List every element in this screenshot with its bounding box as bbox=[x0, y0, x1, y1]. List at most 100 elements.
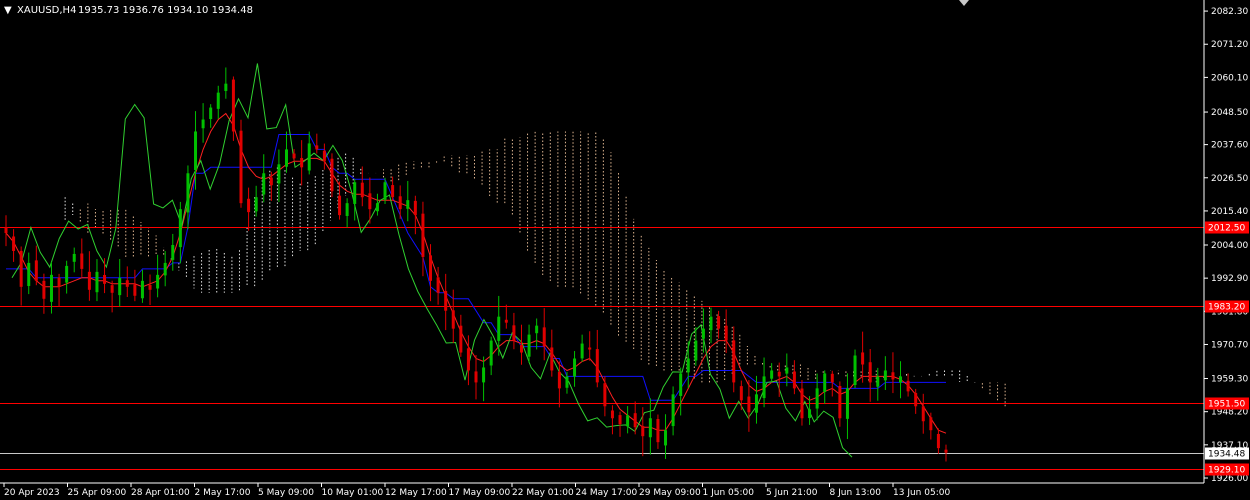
candle-body bbox=[610, 410, 614, 419]
candle-body bbox=[49, 274, 53, 302]
candle-body bbox=[588, 347, 592, 350]
x-tick-label: 22 May 01:00 bbox=[512, 488, 574, 498]
level-label: 2012.50 bbox=[1208, 224, 1245, 234]
candle-body bbox=[482, 367, 486, 383]
candle-body bbox=[338, 195, 342, 216]
candle-body bbox=[535, 325, 539, 334]
candle-body bbox=[648, 418, 652, 438]
y-tick-label: 2060.10 bbox=[1211, 73, 1248, 83]
candle-body bbox=[808, 409, 812, 419]
candle-body bbox=[103, 274, 107, 284]
candle-body bbox=[292, 153, 296, 159]
candle-body bbox=[42, 280, 46, 299]
candle-body bbox=[322, 150, 326, 162]
candle-body bbox=[413, 200, 417, 216]
candle-body bbox=[565, 376, 569, 388]
price-chart[interactable]: 2082.30 2071.20 2060.10 2048.50 2037.60 2026.… bbox=[0, 0, 1250, 500]
chart-header: ▼ XAUUSD,H4 1935.73 1936.76 1934.10 1934… bbox=[4, 5, 253, 16]
candle-body bbox=[474, 371, 478, 383]
candle-body bbox=[580, 343, 584, 359]
candle-body bbox=[444, 290, 448, 311]
candle-body bbox=[315, 145, 319, 150]
x-tick-label: 2 May 17:00 bbox=[195, 488, 251, 498]
candle-body bbox=[95, 271, 99, 293]
candle-body bbox=[504, 319, 508, 323]
candle-body bbox=[686, 358, 690, 373]
x-tick-label: 24 May 17:00 bbox=[576, 488, 638, 498]
candle-body bbox=[754, 394, 758, 413]
candle-body bbox=[383, 182, 387, 200]
candle-body bbox=[542, 327, 546, 347]
candle-body bbox=[247, 198, 251, 213]
candle-body bbox=[118, 277, 122, 296]
candle-body bbox=[777, 371, 781, 377]
candle-body bbox=[201, 119, 205, 129]
candle-body bbox=[853, 355, 857, 386]
candle-body bbox=[239, 130, 243, 204]
x-tick-label: 8 Jun 13:00 bbox=[830, 488, 882, 498]
candle-body bbox=[800, 388, 804, 419]
candle-body bbox=[27, 262, 31, 287]
candle-body bbox=[466, 348, 470, 371]
candle-body bbox=[906, 380, 910, 392]
y-tick-label: 2071.20 bbox=[1211, 40, 1248, 50]
candle-body bbox=[254, 197, 258, 212]
candle-body bbox=[72, 253, 76, 262]
symbol-timeframe: XAUUSD,H4 bbox=[17, 5, 76, 16]
x-tick-label: 10 May 01:00 bbox=[322, 488, 384, 498]
x-tick-label: 17 May 09:00 bbox=[449, 488, 511, 498]
candle-body bbox=[573, 358, 577, 377]
y-tick-label: 1959.30 bbox=[1211, 375, 1248, 385]
candle-body bbox=[224, 83, 228, 91]
candle-body bbox=[451, 310, 455, 329]
candle-body bbox=[679, 373, 683, 396]
candle-body bbox=[618, 415, 622, 425]
y-tick-label: 2037.60 bbox=[1211, 141, 1248, 151]
candle-body bbox=[762, 376, 766, 399]
candle-body bbox=[19, 250, 23, 287]
x-tick-label: 25 Apr 09:00 bbox=[68, 488, 127, 498]
candle-body bbox=[868, 362, 872, 383]
candle-body bbox=[269, 177, 273, 186]
candle-body bbox=[641, 426, 645, 437]
candle-body bbox=[421, 213, 425, 257]
candle-body bbox=[739, 386, 743, 401]
candle-body bbox=[186, 173, 190, 213]
candle-body bbox=[171, 244, 175, 260]
candle-body bbox=[815, 388, 819, 409]
candle-body bbox=[429, 255, 433, 281]
candle-body bbox=[876, 376, 880, 387]
candle-body bbox=[163, 262, 167, 276]
candle-body bbox=[519, 344, 523, 353]
candle-body bbox=[300, 158, 304, 168]
y-tick-label: 2082.30 bbox=[1211, 7, 1248, 17]
menu-down-icon[interactable]: ▼ bbox=[4, 5, 12, 16]
current-price-label: 1934.48 bbox=[1208, 450, 1245, 460]
candle-body bbox=[701, 328, 705, 339]
candle-body bbox=[178, 209, 182, 248]
candle-body bbox=[497, 316, 501, 341]
candle-body bbox=[353, 182, 357, 204]
candle-body bbox=[307, 143, 311, 171]
candle-body bbox=[277, 164, 281, 184]
candle-body bbox=[4, 227, 8, 234]
candle-body bbox=[368, 193, 372, 210]
candle-body bbox=[732, 340, 736, 383]
x-tick-label: 20 Apr 2023 bbox=[4, 488, 60, 498]
candle-body bbox=[671, 394, 675, 427]
candle-body bbox=[12, 236, 16, 251]
candle-body bbox=[883, 370, 887, 381]
y-tick-label: 2015.40 bbox=[1211, 207, 1248, 217]
y-tick-label: 2004.00 bbox=[1211, 241, 1248, 251]
candle-body bbox=[133, 284, 137, 296]
candle-body bbox=[345, 203, 349, 216]
x-tick-label: 29 May 09:00 bbox=[639, 488, 701, 498]
x-tick-label: 13 Jun 05:00 bbox=[893, 488, 950, 498]
candle-body bbox=[899, 376, 903, 383]
candle-body bbox=[709, 316, 713, 331]
candle-body bbox=[406, 200, 410, 209]
candle-body bbox=[489, 340, 493, 366]
candle-body bbox=[140, 280, 144, 299]
candle-body bbox=[717, 316, 721, 329]
y-tick-label: 1992.90 bbox=[1211, 274, 1248, 284]
